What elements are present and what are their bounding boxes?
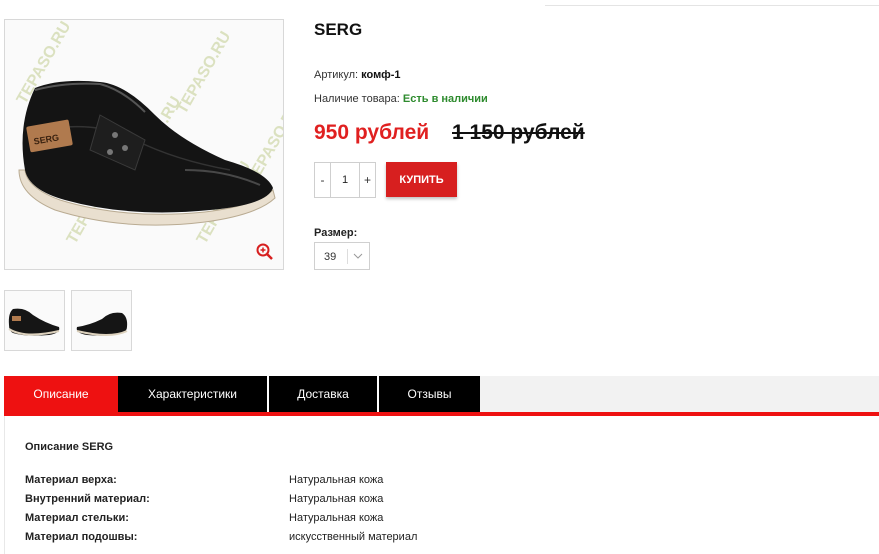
size-label: Размер: <box>314 227 358 239</box>
spec-value: Натуральная кожа <box>289 512 384 524</box>
select-divider <box>347 249 348 264</box>
shoe-image: TEPASO.RU TEPASO.RU TEPASO.RU TEPASO.RU … <box>14 20 283 247</box>
tab-reviews[interactable]: Отзывы <box>379 376 480 412</box>
spec-key: Материал подошвы: <box>25 531 138 543</box>
spec-key: Материал стельки: <box>25 512 129 524</box>
tab-description[interactable]: Описание <box>4 376 118 412</box>
quantity-input[interactable]: 1 <box>330 163 360 197</box>
stock-status: Есть в наличии <box>402 93 488 105</box>
old-price: 1 150 рублей <box>452 121 585 144</box>
stock-label: Наличие товара: <box>314 93 400 105</box>
chevron-down-icon <box>353 251 363 263</box>
spec-key: Материал верха: <box>25 474 117 486</box>
shoe-thumbnail-image <box>76 312 128 336</box>
product-main-image[interactable]: TEPASO.RU TEPASO.RU TEPASO.RU TEPASO.RU … <box>4 19 284 270</box>
sku-value: комф-1 <box>361 69 401 81</box>
sku-label: Артикул: <box>314 69 359 81</box>
tab-delivery[interactable]: Доставка <box>269 376 379 412</box>
tab-characteristics[interactable]: Характеристики <box>118 376 269 412</box>
buy-button[interactable]: КУПИТЬ <box>386 162 457 197</box>
description-title: Описание SERG <box>25 441 114 453</box>
spec-value: Натуральная кожа <box>289 474 384 486</box>
stock-line: Наличие товара: Есть в наличии <box>314 93 488 105</box>
watermark-text: TEPASO.RU <box>174 29 235 117</box>
current-price: 950 рублей <box>314 121 430 144</box>
divider <box>545 5 879 6</box>
quantity-stepper: - 1 + <box>314 162 376 198</box>
quantity-decrease-button[interactable]: - <box>315 163 330 197</box>
thumbnail-2[interactable] <box>71 290 132 351</box>
spec-key: Внутренний материал: <box>25 493 150 505</box>
quantity-increase-button[interactable]: + <box>360 163 375 197</box>
product-title: SERG <box>314 20 363 39</box>
size-value: 39 <box>324 251 337 263</box>
thumbnail-1[interactable] <box>4 290 65 351</box>
spec-value: Натуральная кожа <box>289 493 384 505</box>
sku-line: Артикул: комф-1 <box>314 69 400 81</box>
spec-value: искусственный материал <box>289 531 418 543</box>
shoe-thumbnail-image <box>8 308 60 336</box>
zoom-in-icon[interactable] <box>256 243 274 261</box>
size-select[interactable]: 39 <box>314 242 370 270</box>
